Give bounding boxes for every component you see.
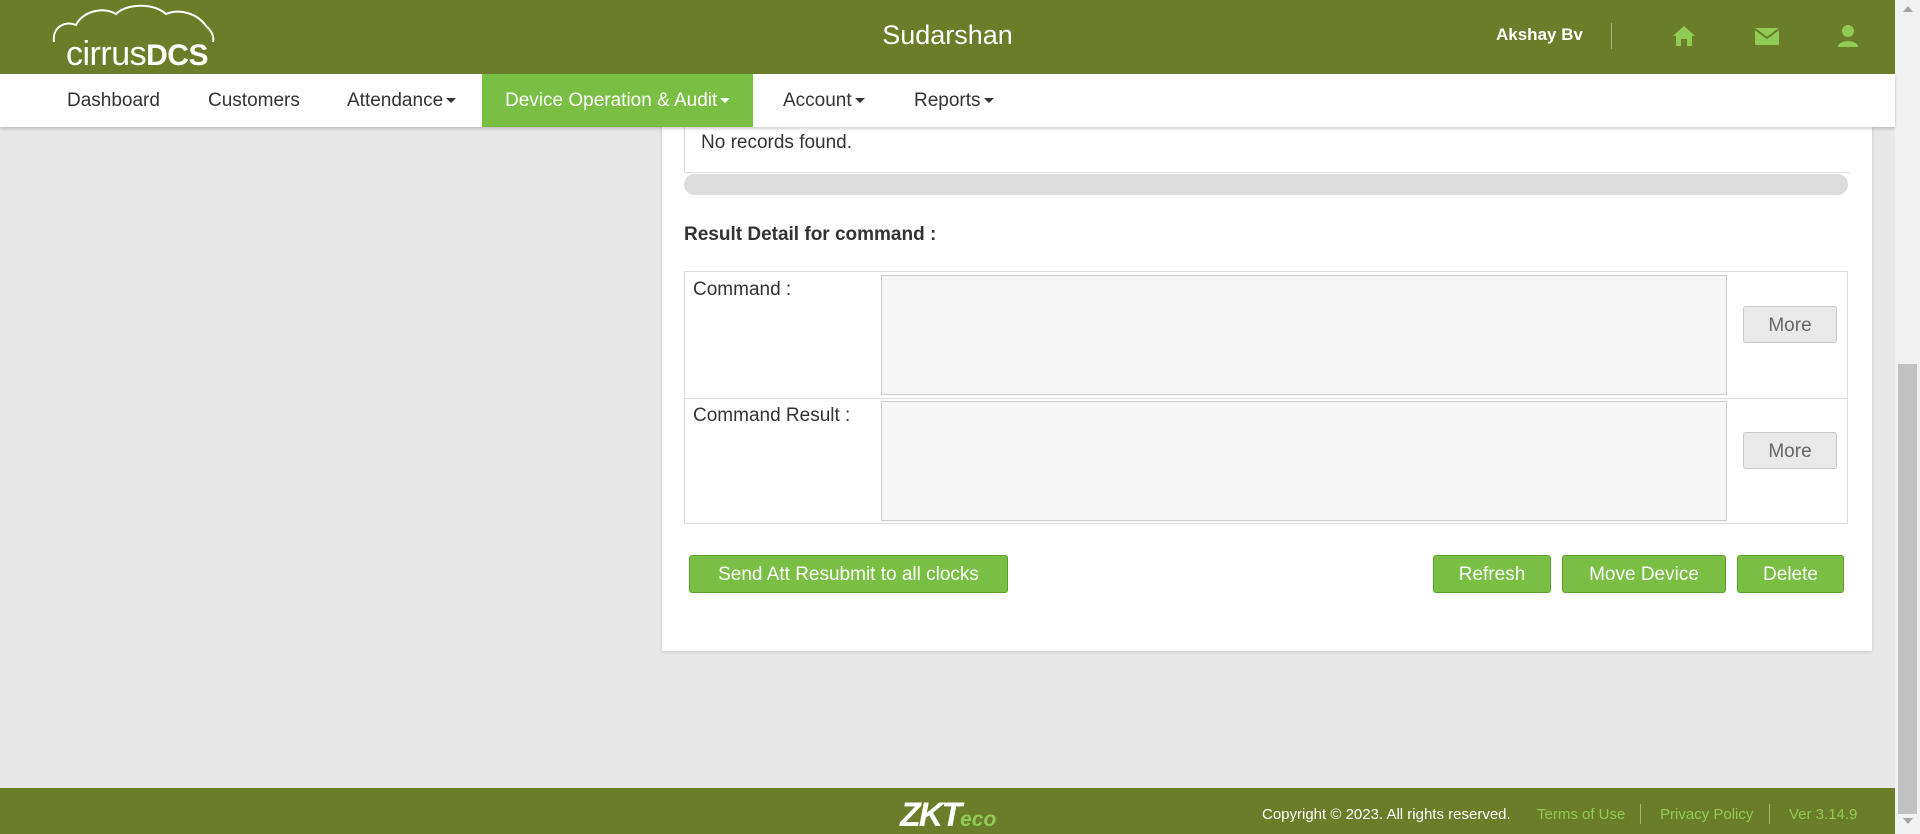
- main-nav: Dashboard Customers Attendance Device Op…: [0, 74, 1895, 127]
- nav-item-reports[interactable]: Reports: [891, 74, 1017, 127]
- vertical-scrollbar[interactable]: [1895, 0, 1920, 834]
- nav-item-dashboard[interactable]: Dashboard: [44, 74, 183, 127]
- nav-item-attendance[interactable]: Attendance: [324, 74, 479, 127]
- privacy-policy-link[interactable]: Privacy Policy: [1660, 806, 1753, 823]
- copyright-text: Copyright © 2023. All rights reserved.: [1262, 806, 1511, 823]
- horizontal-scrollbar[interactable]: [684, 174, 1848, 195]
- home-icon[interactable]: [1670, 22, 1698, 50]
- command-result-label: Command Result :: [693, 405, 851, 426]
- footer-divider: [1769, 804, 1770, 824]
- caret-down-icon: [720, 98, 731, 104]
- user-name[interactable]: Akshay Bv: [1496, 25, 1583, 45]
- send-att-resubmit-button[interactable]: Send Att Resubmit to all clocks: [689, 555, 1008, 593]
- nav-item-customers[interactable]: Customers: [185, 74, 323, 127]
- records-table: No records found.: [684, 120, 1850, 173]
- move-device-button[interactable]: Move Device: [1562, 555, 1726, 593]
- scroll-up-arrow-icon[interactable]: [1903, 6, 1913, 12]
- header-divider: [1611, 23, 1612, 49]
- command-row: Command : More: [685, 272, 1847, 399]
- version-text: Ver 3.14.9: [1789, 806, 1858, 823]
- command-result-row: Command Result : More: [685, 398, 1847, 524]
- nav-item-device-operation-audit[interactable]: Device Operation & Audit: [482, 74, 754, 127]
- command-detail-card: No records found. Result Detail for comm…: [662, 120, 1872, 651]
- result-detail-table: Command : More Command Result : More: [684, 271, 1848, 524]
- caret-down-icon: [983, 98, 994, 104]
- caret-down-icon: [446, 98, 457, 104]
- command-textarea[interactable]: [881, 275, 1727, 395]
- command-result-textarea[interactable]: [881, 401, 1727, 521]
- command-result-more-button[interactable]: More: [1743, 432, 1837, 469]
- refresh-button[interactable]: Refresh: [1433, 555, 1551, 593]
- footer-divider: [1640, 804, 1641, 824]
- no-records-message: No records found.: [701, 132, 853, 153]
- scrollbar-thumb[interactable]: [1898, 364, 1917, 814]
- logo-text: cirrusDCS: [66, 35, 208, 73]
- zkteco-logo: ZKTeco: [900, 796, 997, 834]
- command-more-button[interactable]: More: [1743, 306, 1837, 343]
- user-icon[interactable]: [1834, 22, 1862, 50]
- footer: ZKTeco Copyright © 2023. All rights rese…: [0, 788, 1895, 834]
- result-detail-title: Result Detail for command :: [684, 224, 937, 245]
- top-header: cirrusDCS Sudarshan Akshay Bv: [0, 0, 1895, 74]
- caret-down-icon: [854, 98, 865, 104]
- terms-of-use-link[interactable]: Terms of Use: [1537, 806, 1625, 823]
- nav-item-account[interactable]: Account: [760, 74, 888, 127]
- command-label: Command :: [693, 279, 792, 300]
- cirrus-dcs-logo[interactable]: cirrusDCS: [48, 4, 218, 72]
- envelope-icon[interactable]: [1753, 22, 1781, 50]
- scroll-down-arrow-icon[interactable]: [1903, 818, 1913, 824]
- delete-button[interactable]: Delete: [1737, 555, 1844, 593]
